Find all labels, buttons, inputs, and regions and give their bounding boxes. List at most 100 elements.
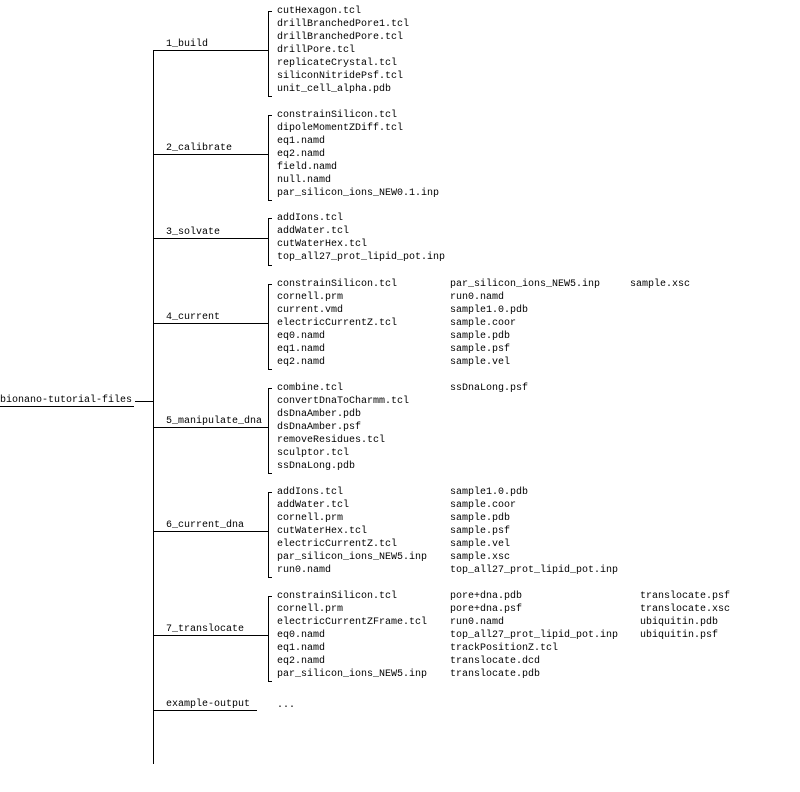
- file-entry: ssDnaLong.pdb: [277, 460, 409, 473]
- dir-label: 6_current_dna: [166, 520, 244, 531]
- connector: [153, 50, 154, 764]
- bracket: [268, 115, 269, 200]
- bracket: [268, 388, 272, 389]
- file-entry: siliconNitridePsf.tcl: [277, 70, 409, 83]
- bracket: [268, 115, 272, 116]
- root-label: bionano-tutorial-files: [0, 395, 132, 406]
- file-list: addIons.tcladdWater.tclcornell.prmcutWat…: [277, 486, 427, 577]
- file-entry: sample.coor: [450, 499, 618, 512]
- file-entry: sample1.0.pdb: [450, 304, 600, 317]
- underline: [166, 710, 250, 711]
- bracket: [268, 473, 272, 474]
- bracket: [268, 369, 272, 370]
- file-entry: drillPore.tcl: [277, 44, 409, 57]
- file-entry: sample.xsc: [450, 551, 618, 564]
- file-entry: ubiquitin.psf: [640, 629, 730, 642]
- file-entry: ssDnaLong.psf: [450, 382, 528, 395]
- file-entry: ubiquitin.pdb: [640, 616, 730, 629]
- bracket: [268, 596, 269, 681]
- file-entry: sample.pdb: [450, 330, 600, 343]
- file-entry: eq0.namd: [277, 330, 397, 343]
- underline: [166, 238, 220, 239]
- file-entry: electricCurrentZ.tcl: [277, 538, 427, 551]
- file-entry: sample.vel: [450, 356, 600, 369]
- file-entry: translocate.xsc: [640, 603, 730, 616]
- file-entry: run0.namd: [450, 291, 600, 304]
- dir-label: 4_current: [166, 312, 220, 323]
- underline: [166, 50, 208, 51]
- file-entry: sample.psf: [450, 343, 600, 356]
- bracket: [268, 492, 272, 493]
- file-entry: cornell.prm: [277, 603, 427, 616]
- file-entry: pore+dna.pdb: [450, 590, 618, 603]
- file-entry: cutWaterHex.tcl: [277, 525, 427, 538]
- file-entry: eq2.namd: [277, 655, 427, 668]
- file-entry: trackPositionZ.tcl: [450, 642, 618, 655]
- bracket: [268, 11, 272, 12]
- bracket: [268, 218, 269, 265]
- file-entry: null.namd: [277, 174, 439, 187]
- file-entry: field.namd: [277, 161, 439, 174]
- file-entry: constrainSilicon.tcl: [277, 278, 397, 291]
- file-entry: cornell.prm: [277, 512, 427, 525]
- file-list: constrainSilicon.tclcornell.prmelectricC…: [277, 590, 427, 681]
- file-list: translocate.psftranslocate.xscubiquitin.…: [640, 590, 730, 642]
- file-entry: electricCurrentZ.tcl: [277, 317, 397, 330]
- file-entry: eq2.namd: [277, 148, 439, 161]
- file-list: ssDnaLong.psf: [450, 382, 528, 395]
- file-entry: par_silicon_ions_NEW5.inp: [277, 551, 427, 564]
- bracket: [268, 284, 269, 369]
- file-entry: unit_cell_alpha.pdb: [277, 83, 409, 96]
- file-entry: cornell.prm: [277, 291, 397, 304]
- file-list: constrainSilicon.tclcornell.prmcurrent.v…: [277, 278, 397, 369]
- underline: [166, 154, 232, 155]
- bracket: [268, 492, 269, 577]
- file-entry: top_all27_prot_lipid_pot.inp: [450, 629, 618, 642]
- file-entry: addIons.tcl: [277, 212, 445, 225]
- file-entry: par_silicon_ions_NEW5.inp: [277, 668, 427, 681]
- file-entry: translocate.psf: [640, 590, 730, 603]
- bracket: [268, 218, 272, 219]
- file-entry: eq1.namd: [277, 135, 439, 148]
- file-entry: dsDnaAmber.pdb: [277, 408, 409, 421]
- file-entry: replicateCrystal.tcl: [277, 57, 409, 70]
- file-entry: translocate.pdb: [450, 668, 618, 681]
- dir-label: 5_manipulate_dna: [166, 416, 262, 427]
- dir-label: 7_translocate: [166, 624, 244, 635]
- file-entry: sample.coor: [450, 317, 600, 330]
- file-entry: top_all27_prot_lipid_pot.inp: [450, 564, 618, 577]
- file-entry: drillBranchedPore.tcl: [277, 31, 409, 44]
- file-entry: addWater.tcl: [277, 225, 445, 238]
- file-entry: addWater.tcl: [277, 499, 427, 512]
- bracket: [268, 577, 272, 578]
- file-entry: addIons.tcl: [277, 486, 427, 499]
- bracket: [268, 200, 272, 201]
- file-list: constrainSilicon.tcldipoleMomentZDiff.tc…: [277, 109, 439, 200]
- file-entry: dsDnaAmber.psf: [277, 421, 409, 434]
- file-list: ...: [277, 699, 295, 712]
- bracket: [268, 284, 272, 285]
- file-entry: sample.xsc: [630, 278, 690, 291]
- bracket: [268, 596, 272, 597]
- underline: [166, 427, 262, 428]
- file-entry: ...: [277, 699, 295, 712]
- file-entry: combine.tcl: [277, 382, 409, 395]
- underline: [0, 406, 134, 407]
- file-entry: pore+dna.psf: [450, 603, 618, 616]
- file-entry: drillBranchedPore1.tcl: [277, 18, 409, 31]
- file-entry: removeResidues.tcl: [277, 434, 409, 447]
- bracket: [268, 11, 269, 96]
- connector: [135, 401, 153, 402]
- bracket: [268, 96, 272, 97]
- file-entry: electricCurrentZFrame.tcl: [277, 616, 427, 629]
- file-entry: sample1.0.pdb: [450, 486, 618, 499]
- underline: [166, 323, 220, 324]
- bracket: [268, 265, 272, 266]
- file-entry: run0.namd: [277, 564, 427, 577]
- file-list: pore+dna.pdbpore+dna.psfrun0.namdtop_all…: [450, 590, 618, 681]
- file-entry: sculptor.tcl: [277, 447, 409, 460]
- file-list: cutHexagon.tcldrillBranchedPore1.tcldril…: [277, 5, 409, 96]
- file-entry: eq2.namd: [277, 356, 397, 369]
- bracket: [268, 388, 269, 473]
- underline: [166, 531, 244, 532]
